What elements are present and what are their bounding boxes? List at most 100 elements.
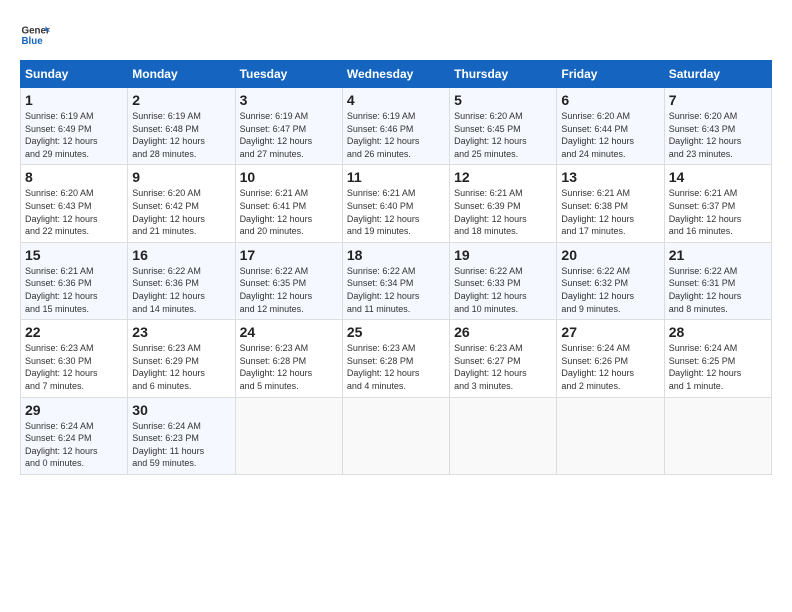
day-info: Sunrise: 6:19 AMSunset: 6:47 PMDaylight:… [240,110,338,160]
day-info: Sunrise: 6:22 AMSunset: 6:35 PMDaylight:… [240,265,338,315]
calendar-cell [450,397,557,474]
day-number: 3 [240,92,338,108]
calendar-week-3: 15 Sunrise: 6:21 AMSunset: 6:36 PMDayligh… [21,242,772,319]
calendar-cell [235,397,342,474]
calendar-cell: 25Sunrise: 6:23 AMSunset: 6:28 PMDayligh… [342,320,449,397]
page-header: General Blue [20,20,772,50]
day-info: Sunrise: 6:24 AMSunset: 6:26 PMDaylight:… [561,342,659,392]
day-info: Sunrise: 6:23 AMSunset: 6:28 PMDaylight:… [240,342,338,392]
day-info: Sunrise: 6:23 AMSunset: 6:30 PMDaylight:… [25,342,123,392]
calendar-cell: 17 Sunrise: 6:22 AMSunset: 6:35 PMDayligh… [235,242,342,319]
calendar-cell: 14 Sunrise: 6:21 AMSunset: 6:37 PMDayligh… [664,165,771,242]
calendar-cell: 4 Sunrise: 6:19 AMSunset: 6:46 PMDaylight… [342,88,449,165]
day-info: Sunrise: 6:19 AMSunset: 6:46 PMDaylight:… [347,110,445,160]
calendar-week-2: 8Sunrise: 6:20 AMSunset: 6:43 PMDaylight… [21,165,772,242]
calendar-cell: 22Sunrise: 6:23 AMSunset: 6:30 PMDayligh… [21,320,128,397]
calendar-cell [342,397,449,474]
day-info: Sunrise: 6:24 AMSunset: 6:23 PMDaylight:… [132,420,230,470]
day-info: Sunrise: 6:20 AMSunset: 6:43 PMDaylight:… [669,110,767,160]
day-number: 29 [25,402,123,418]
day-number: 30 [132,402,230,418]
calendar-cell: 12 Sunrise: 6:21 AMSunset: 6:39 PMDayligh… [450,165,557,242]
day-number: 27 [561,324,659,340]
day-info: Sunrise: 6:23 AMSunset: 6:27 PMDaylight:… [454,342,552,392]
calendar-cell: 26 Sunrise: 6:23 AMSunset: 6:27 PMDayligh… [450,320,557,397]
day-number: 9 [132,169,230,185]
day-number: 2 [132,92,230,108]
day-number: 13 [561,169,659,185]
day-number: 15 [25,247,123,263]
day-number: 12 [454,169,552,185]
day-number: 14 [669,169,767,185]
calendar-cell: 2 Sunrise: 6:19 AMSunset: 6:48 PMDaylight… [128,88,235,165]
logo-icon: General Blue [20,20,50,50]
calendar-cell: 10 Sunrise: 6:21 AMSunset: 6:41 PMDayligh… [235,165,342,242]
day-number: 18 [347,247,445,263]
day-number: 24 [240,324,338,340]
calendar-header-row: SundayMondayTuesdayWednesdayThursdayFrid… [21,61,772,88]
calendar-cell: 23Sunrise: 6:23 AMSunset: 6:29 PMDayligh… [128,320,235,397]
calendar-cell: 5 Sunrise: 6:20 AMSunset: 6:45 PMDaylight… [450,88,557,165]
calendar-cell: 9 Sunrise: 6:20 AMSunset: 6:42 PMDaylight… [128,165,235,242]
calendar-week-4: 22Sunrise: 6:23 AMSunset: 6:30 PMDayligh… [21,320,772,397]
day-header-tuesday: Tuesday [235,61,342,88]
calendar-cell: 6 Sunrise: 6:20 AMSunset: 6:44 PMDaylight… [557,88,664,165]
day-number: 11 [347,169,445,185]
day-number: 4 [347,92,445,108]
day-number: 21 [669,247,767,263]
day-info: Sunrise: 6:20 AMSunset: 6:45 PMDaylight:… [454,110,552,160]
day-header-wednesday: Wednesday [342,61,449,88]
day-number: 25 [347,324,445,340]
day-info: Sunrise: 6:19 AMSunset: 6:49 PMDaylight:… [25,110,123,160]
day-number: 17 [240,247,338,263]
calendar-cell: 13 Sunrise: 6:21 AMSunset: 6:38 PMDayligh… [557,165,664,242]
calendar-cell: 16 Sunrise: 6:22 AMSunset: 6:36 PMDayligh… [128,242,235,319]
calendar-cell: 21 Sunrise: 6:22 AMSunset: 6:31 PMDayligh… [664,242,771,319]
calendar-cell [664,397,771,474]
day-number: 23 [132,324,230,340]
calendar-cell: 1 Sunrise: 6:19 AMSunset: 6:49 PMDaylight… [21,88,128,165]
day-number: 7 [669,92,767,108]
day-header-thursday: Thursday [450,61,557,88]
day-number: 10 [240,169,338,185]
day-info: Sunrise: 6:21 AMSunset: 6:39 PMDaylight:… [454,187,552,237]
day-info: Sunrise: 6:20 AMSunset: 6:44 PMDaylight:… [561,110,659,160]
day-info: Sunrise: 6:22 AMSunset: 6:36 PMDaylight:… [132,265,230,315]
day-info: Sunrise: 6:22 AMSunset: 6:33 PMDaylight:… [454,265,552,315]
svg-text:Blue: Blue [22,36,44,47]
day-number: 6 [561,92,659,108]
day-number: 1 [25,92,123,108]
day-header-monday: Monday [128,61,235,88]
day-info: Sunrise: 6:24 AMSunset: 6:25 PMDaylight:… [669,342,767,392]
day-header-sunday: Sunday [21,61,128,88]
calendar-cell: 29 Sunrise: 6:24 AMSunset: 6:24 PMDayligh… [21,397,128,474]
calendar-cell: 11Sunrise: 6:21 AMSunset: 6:40 PMDayligh… [342,165,449,242]
calendar-cell: 7 Sunrise: 6:20 AMSunset: 6:43 PMDaylight… [664,88,771,165]
day-info: Sunrise: 6:22 AMSunset: 6:32 PMDaylight:… [561,265,659,315]
day-number: 20 [561,247,659,263]
day-number: 8 [25,169,123,185]
day-info: Sunrise: 6:20 AMSunset: 6:42 PMDaylight:… [132,187,230,237]
calendar-cell: 19Sunrise: 6:22 AMSunset: 6:33 PMDayligh… [450,242,557,319]
day-info: Sunrise: 6:21 AMSunset: 6:41 PMDaylight:… [240,187,338,237]
day-info: Sunrise: 6:21 AMSunset: 6:37 PMDaylight:… [669,187,767,237]
day-info: Sunrise: 6:21 AMSunset: 6:36 PMDaylight:… [25,265,123,315]
day-number: 28 [669,324,767,340]
calendar-week-5: 29 Sunrise: 6:24 AMSunset: 6:24 PMDayligh… [21,397,772,474]
day-header-saturday: Saturday [664,61,771,88]
calendar-cell: 3 Sunrise: 6:19 AMSunset: 6:47 PMDaylight… [235,88,342,165]
day-info: Sunrise: 6:21 AMSunset: 6:38 PMDaylight:… [561,187,659,237]
calendar-cell: 24 Sunrise: 6:23 AMSunset: 6:28 PMDayligh… [235,320,342,397]
day-info: Sunrise: 6:22 AMSunset: 6:31 PMDaylight:… [669,265,767,315]
day-number: 5 [454,92,552,108]
calendar-week-1: 1 Sunrise: 6:19 AMSunset: 6:49 PMDaylight… [21,88,772,165]
day-number: 26 [454,324,552,340]
calendar-cell: 8Sunrise: 6:20 AMSunset: 6:43 PMDaylight… [21,165,128,242]
calendar-cell: 28 Sunrise: 6:24 AMSunset: 6:25 PMDayligh… [664,320,771,397]
day-number: 16 [132,247,230,263]
day-header-friday: Friday [557,61,664,88]
day-info: Sunrise: 6:24 AMSunset: 6:24 PMDaylight:… [25,420,123,470]
day-info: Sunrise: 6:19 AMSunset: 6:48 PMDaylight:… [132,110,230,160]
logo: General Blue [20,20,50,50]
calendar-cell: 30 Sunrise: 6:24 AMSunset: 6:23 PMDayligh… [128,397,235,474]
